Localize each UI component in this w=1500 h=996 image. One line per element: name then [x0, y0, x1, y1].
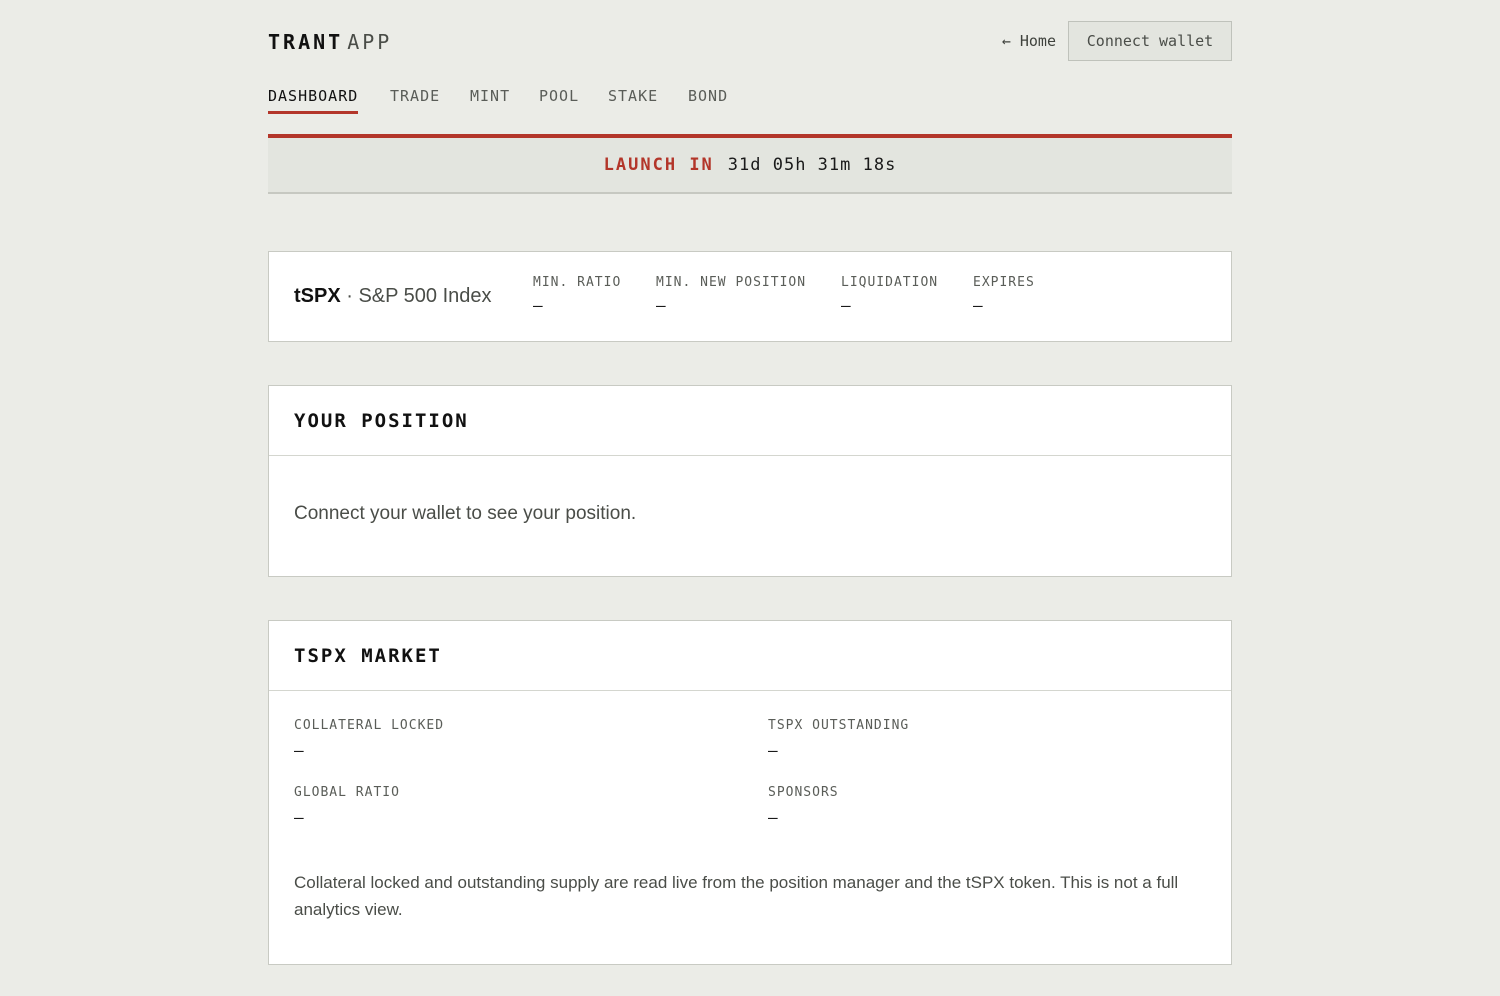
page: TRANT APP ← Home Connect wallet DASHBOARD… [268, 0, 1232, 965]
instrument-title: tSPX · S&P 500 Index [294, 285, 492, 308]
instrument-separator: · [340, 285, 359, 307]
connect-wallet-button[interactable]: Connect wallet [1068, 21, 1232, 61]
stat-sponsors: SPONSORS — [768, 785, 839, 827]
stat-label: COLLATERAL LOCKED [294, 718, 445, 733]
brand-name: TRANT [268, 30, 344, 54]
stat-value: — [768, 808, 778, 827]
main-nav: DASHBOARD TRADE MINT POOL STAKE BOND [268, 62, 1232, 132]
stat-label: MIN. RATIO [533, 275, 622, 290]
market-note: Collateral locked and outstanding supply… [294, 873, 1179, 919]
stat-value: — [768, 741, 778, 760]
instrument-card: tSPX · S&P 500 Index MIN. RATIO — MIN. N… [268, 251, 1232, 342]
tab-mint[interactable]: MINT [470, 87, 510, 111]
stat-value: — [294, 808, 304, 827]
instrument-name: S&P 500 Index [358, 285, 492, 307]
top-bar: TRANT APP ← Home Connect wallet [268, 0, 1232, 62]
instrument-ticker: tSPX [294, 285, 341, 307]
stat-label: MIN. NEW POSITION [656, 275, 807, 290]
stat-min-ratio: MIN. RATIO — [533, 275, 621, 315]
stat-value: — [656, 296, 666, 315]
position-empty-message: Connect your wallet to see your position… [294, 503, 637, 524]
stat-label: TSPX OUTSTANDING [768, 718, 910, 733]
countdown-label: LAUNCH IN [603, 155, 714, 175]
stat-collateral-locked: COLLATERAL LOCKED — [294, 718, 444, 760]
tab-stake[interactable]: STAKE [608, 87, 658, 111]
stat-tspx-outstanding: TSPX OUTSTANDING — [768, 718, 909, 760]
your-position-panel: YOUR POSITION Connect your wallet to see… [268, 385, 1232, 577]
stat-label: EXPIRES [973, 275, 1035, 290]
stat-global-ratio: GLOBAL RATIO — [294, 785, 400, 827]
countdown-value: 31d 05h 31m 18s [727, 155, 897, 175]
tab-bond[interactable]: BOND [688, 87, 728, 111]
stat-expires: EXPIRES — [973, 275, 1035, 315]
panel-title: TSPX MARKET [269, 621, 1231, 691]
brand-suffix: APP [347, 30, 393, 54]
launch-countdown-banner: LAUNCH IN 31d 05h 31m 18s [268, 134, 1232, 194]
stat-value: — [294, 741, 304, 760]
tab-dashboard[interactable]: DASHBOARD [268, 87, 359, 114]
brand-logo[interactable]: TRANT APP [268, 30, 392, 54]
tab-trade[interactable]: TRADE [390, 87, 440, 111]
home-link[interactable]: ← Home [1002, 32, 1056, 50]
stat-value: — [841, 296, 851, 315]
stat-liquidation: LIQUIDATION — [841, 275, 938, 315]
stat-label: GLOBAL RATIO [294, 785, 400, 800]
stat-label: SPONSORS [768, 785, 839, 800]
stat-label: LIQUIDATION [841, 275, 939, 290]
panel-title: YOUR POSITION [269, 386, 1231, 456]
tab-pool[interactable]: POOL [539, 87, 579, 111]
stat-value: — [533, 296, 543, 315]
stat-min-new-position: MIN. NEW POSITION — [656, 275, 806, 315]
stat-value: — [973, 296, 983, 315]
market-panel: TSPX MARKET COLLATERAL LOCKED — TSPX OUT… [268, 620, 1232, 965]
